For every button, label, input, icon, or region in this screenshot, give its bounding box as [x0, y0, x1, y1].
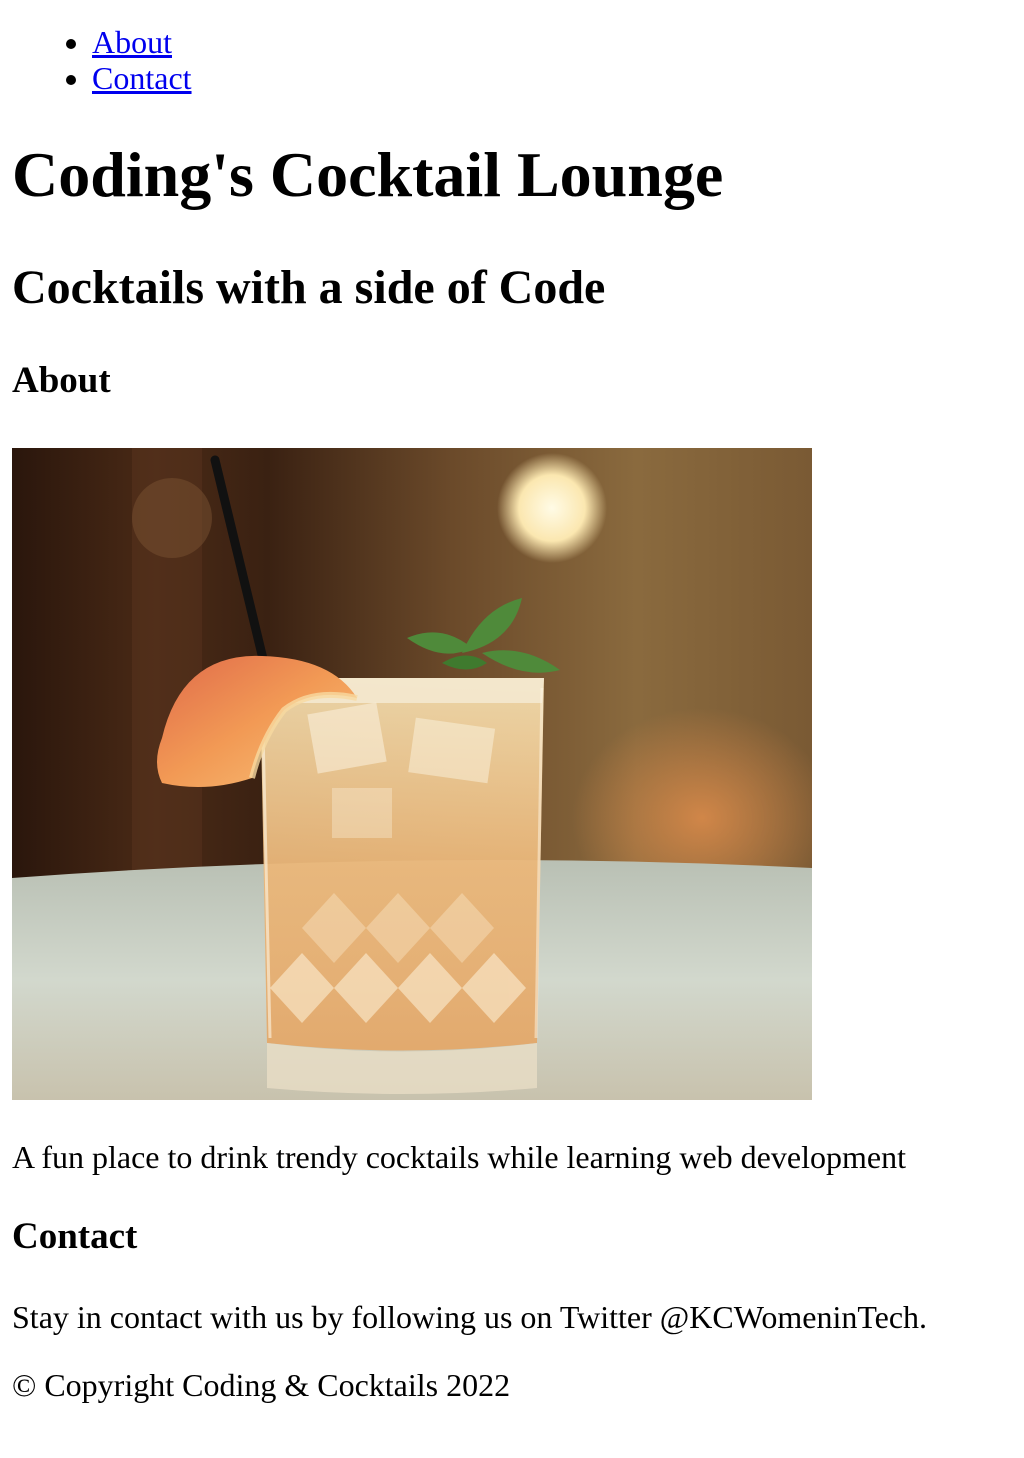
contact-heading: Contact [12, 1216, 138, 1257]
contact-text: Stay in contact with us by following us … [12, 1299, 928, 1335]
nav-list: About Contact [12, 24, 1012, 96]
page-subtitle: Cocktails with a side of Code [12, 261, 606, 314]
cocktail-photo [12, 448, 812, 1100]
nav-link-contact[interactable]: Contact [92, 60, 192, 96]
nav-item-about: About [92, 24, 1012, 60]
footer-copyright: © Copyright Coding & Cocktails 2022 [12, 1367, 511, 1403]
nav-link-about[interactable]: About [92, 24, 172, 60]
nav-item-contact: Contact [92, 60, 1012, 96]
page-title: Coding's Cocktail Lounge [12, 139, 724, 210]
main-nav: About Contact [12, 24, 1012, 96]
about-text: A fun place to drink trendy cocktails wh… [12, 1139, 906, 1175]
about-heading: About [12, 360, 111, 401]
page: About Contact Coding's Cocktail Lounge C… [0, 24, 1024, 1404]
